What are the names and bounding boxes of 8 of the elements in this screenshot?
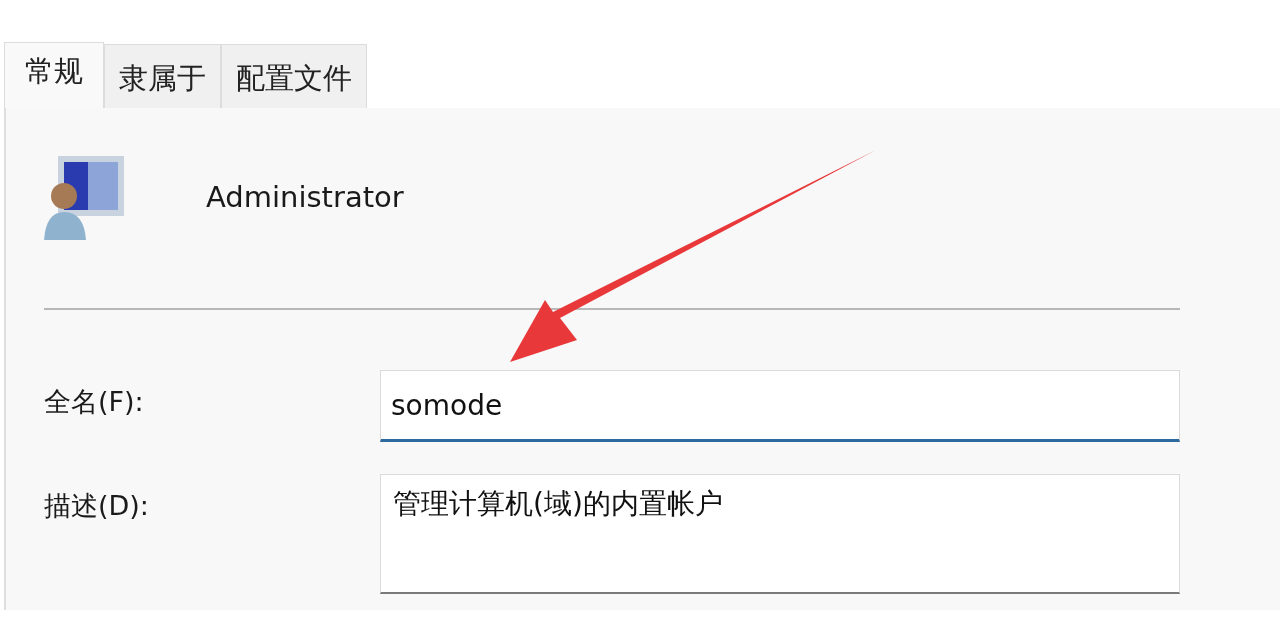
tab[interactable]: 隶属于 <box>104 44 221 108</box>
tab[interactable]: 常规 <box>4 42 104 108</box>
field-label: 描述(D): <box>44 489 150 523</box>
tab[interactable]: 配置文件 <box>221 44 367 108</box>
description-field[interactable]: 管理计算机(域)的内置帐户 <box>380 474 1180 594</box>
field-label: 全名(F): <box>44 385 145 419</box>
full-name-field[interactable]: somode <box>380 370 1180 442</box>
user-name: Administrator <box>206 180 404 214</box>
